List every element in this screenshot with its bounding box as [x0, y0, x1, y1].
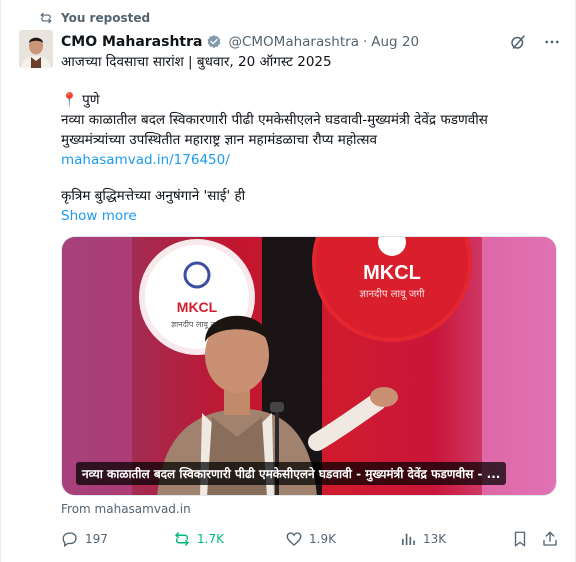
repost-count: 1.7K	[197, 532, 224, 546]
media-logo-text: MKCL	[177, 299, 218, 315]
repost-icon	[175, 532, 189, 546]
link-source[interactable]: From mahasamvad.in	[61, 502, 191, 516]
tweet-text-line: कृत्रिम बुद्धिमत्तेच्या अनुषंगाने 'साई' …	[61, 188, 246, 204]
tweet-text-line: नव्या काळातील बदल स्विकारणारी पीढी एमकेस…	[61, 112, 488, 128]
reply-count: 197	[85, 532, 108, 546]
bookmark-icon	[514, 531, 526, 547]
views-button[interactable]: 13K	[399, 530, 446, 548]
tweet-text-line: मुख्यमंत्र्यांच्या उपस्थितीत महाराष्ट्र …	[61, 132, 378, 148]
location-pin-icon: 📍	[61, 92, 78, 108]
share-icon	[543, 531, 557, 546]
reply-button[interactable]: 197	[61, 530, 108, 548]
tweet-card[interactable]: You reposted CMO Maharashtra @CMOMaharas…	[0, 0, 576, 562]
event-photo: MKCL ज्ञानदीप लावू जगी MKCL ज्ञानदीप लाव…	[62, 237, 556, 495]
media-caption: नव्या काळातील बदल स्विकारणारी पीढी एमकेस…	[76, 462, 507, 485]
avatar[interactable]	[19, 30, 53, 68]
grok-icon[interactable]	[509, 33, 527, 51]
media-logo-tagline-large: ज्ञानदीप लावू जगी	[359, 288, 424, 300]
tweet-link[interactable]: mahasamvad.in/176450/	[61, 150, 561, 170]
author-handle[interactable]: @CMOMaharashtra	[228, 34, 358, 50]
views-count: 13K	[423, 532, 447, 546]
tweet-location-line: 📍 पुणे	[61, 90, 561, 110]
share-button[interactable]	[541, 530, 559, 548]
action-bar: 197 1.7K 1.9K 13K	[61, 528, 561, 550]
tweet-date[interactable]: Aug 20	[371, 34, 419, 50]
media-logo-text-large: MKCL	[363, 262, 421, 284]
like-button[interactable]: 1.9K	[285, 530, 336, 548]
heart-icon	[286, 532, 302, 546]
tweet-header: CMO Maharashtra @CMOMaharashtra · Aug 20	[61, 32, 561, 52]
media-card[interactable]: MKCL ज्ञानदीप लावू जगी MKCL ज्ञानदीप लाव…	[61, 236, 557, 496]
author-name[interactable]: CMO Maharashtra	[61, 34, 202, 50]
repost-icon	[40, 12, 52, 24]
repost-indicator[interactable]: You reposted	[39, 10, 150, 26]
bookmark-button[interactable]	[511, 530, 529, 548]
separator-dot: ·	[362, 34, 368, 50]
reply-icon	[62, 532, 77, 548]
repost-label: You reposted	[61, 11, 151, 25]
verified-badge-icon[interactable]	[206, 34, 222, 50]
tweet-text-line: आजच्या दिवसाचा सारांश | बुधवार, 20 ऑगस्ट…	[61, 54, 332, 70]
repost-button[interactable]: 1.7K	[173, 530, 224, 548]
more-options-icon[interactable]	[543, 33, 561, 51]
show-more-link[interactable]: Show more	[61, 206, 561, 226]
tweet-location: पुणे	[82, 92, 100, 108]
like-count: 1.9K	[309, 532, 336, 546]
views-icon	[402, 533, 415, 545]
